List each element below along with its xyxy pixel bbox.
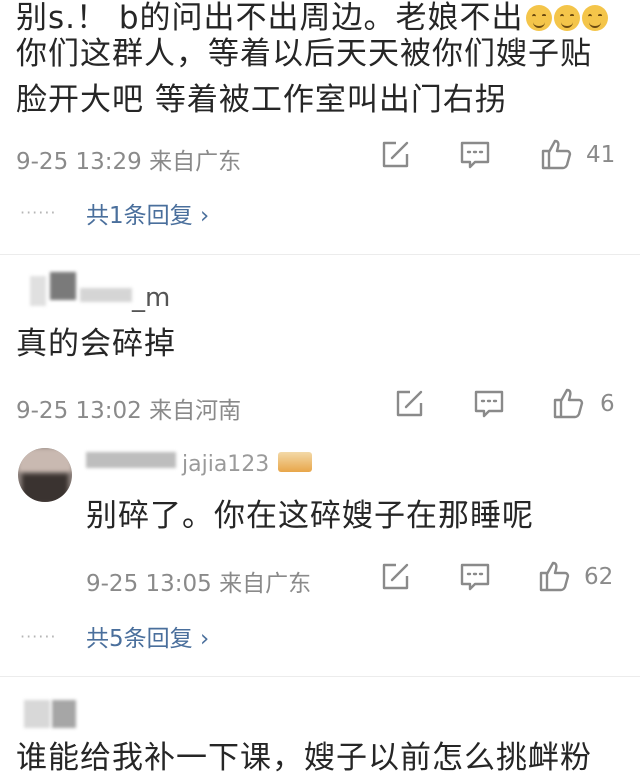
like-icon[interactable] — [538, 559, 572, 593]
view-replies-link[interactable]: 共5条回复 › — [86, 619, 209, 653]
share-icon[interactable] — [392, 387, 426, 421]
comment-1-meta: 9-25 13:29 来自广东 — [16, 149, 242, 175]
comment-1-line-3: 脸开大吧 等着被工作室叫出门右拐 — [16, 82, 507, 118]
like-count: 6 — [600, 391, 615, 417]
comment-icon[interactable] — [458, 560, 492, 594]
reply-text: 别碎了。你在这碎嫂子在那睡呢 — [86, 498, 534, 534]
comment-2-text: 真的会碎掉 — [16, 326, 176, 362]
comment-icon[interactable] — [458, 138, 492, 172]
comment-icon[interactable] — [472, 387, 506, 421]
share-icon[interactable] — [378, 138, 412, 172]
smile-emoji-icon — [553, 5, 580, 31]
username[interactable]: _m — [132, 283, 170, 313]
avatar[interactable] — [30, 276, 46, 306]
reply-meta: 9-25 13:05 来自广东 — [86, 571, 312, 597]
avatar-blur — [52, 700, 76, 728]
like-icon[interactable] — [552, 386, 586, 420]
username-blur — [86, 452, 176, 468]
like-count: 62 — [584, 564, 614, 590]
view-replies-link[interactable]: 共1条回复 › — [86, 196, 209, 230]
divider — [0, 676, 640, 677]
reply-dots: ······ — [20, 627, 57, 646]
avatar[interactable] — [18, 448, 72, 502]
avatar-blur — [50, 272, 76, 300]
reply-dots: ······ — [20, 203, 57, 222]
username-blur — [80, 288, 132, 302]
like-icon[interactable] — [540, 137, 574, 171]
vip-badge-icon — [278, 452, 312, 472]
avatar[interactable] — [24, 700, 50, 728]
comment-2-meta: 9-25 13:02 来自河南 — [16, 398, 242, 424]
like-count: 41 — [586, 142, 616, 168]
smile-emoji-icon — [581, 5, 608, 31]
username[interactable]: jajia123 — [182, 452, 269, 477]
comment-4-text: 谁能给我补一下课，嫂子以前怎么挑衅粉 — [16, 740, 592, 776]
share-icon[interactable] — [378, 560, 412, 594]
divider — [0, 254, 640, 255]
smile-emoji-icon — [525, 5, 552, 31]
comment-1-line-2: 你们这群人，等着以后天天被你们嫂子贴 — [16, 36, 592, 72]
